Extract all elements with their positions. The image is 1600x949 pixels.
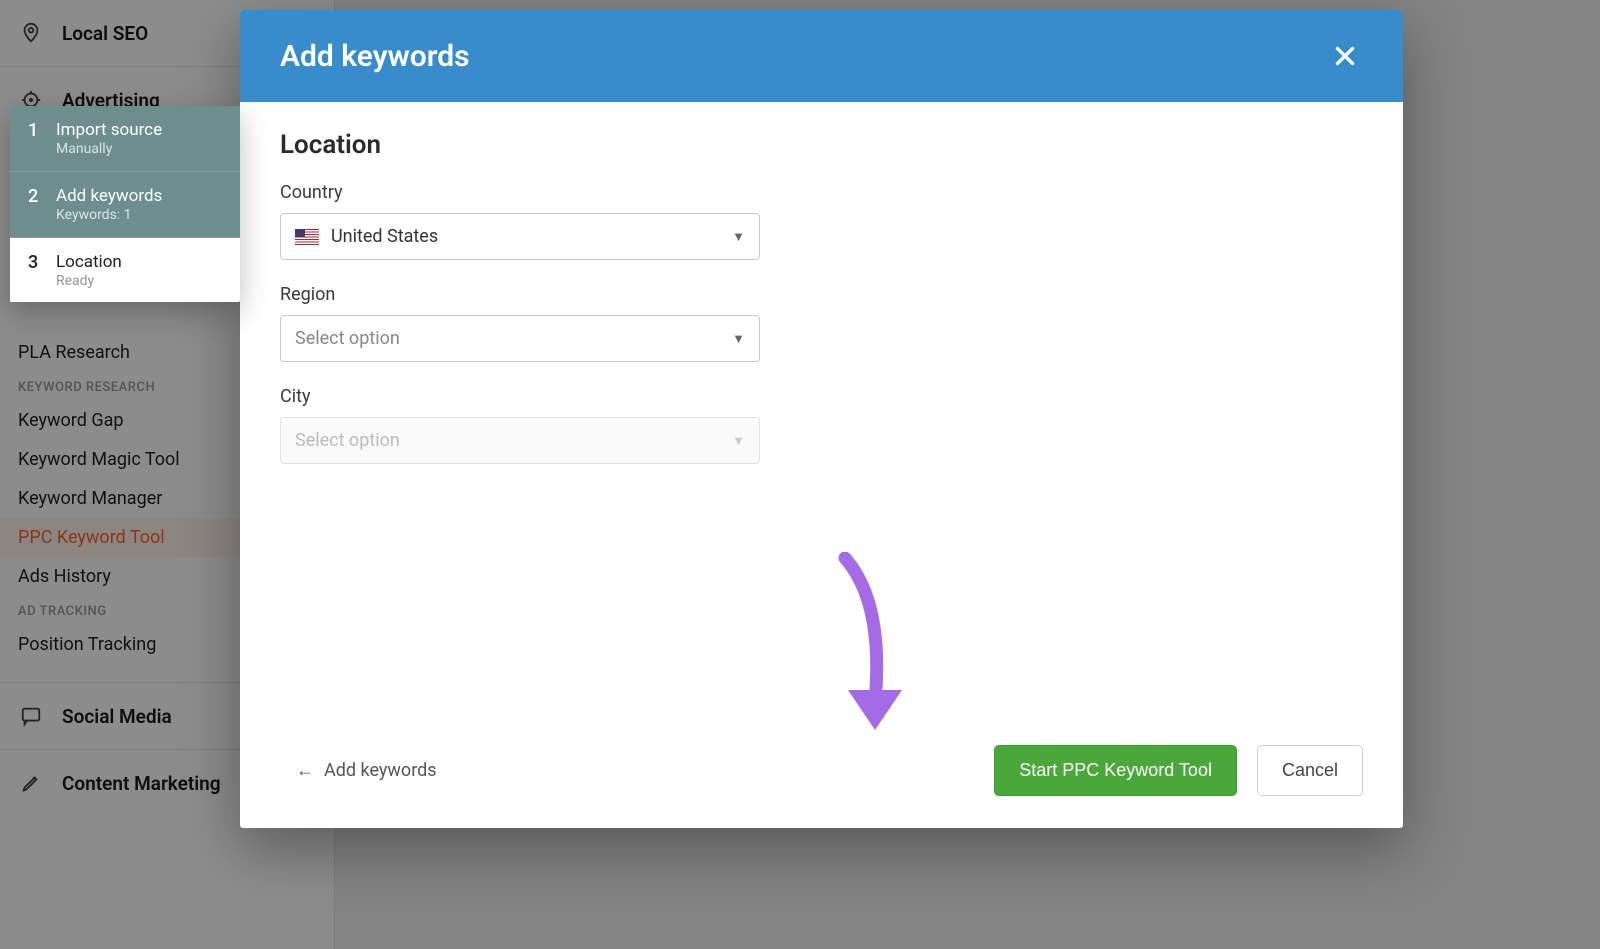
modal-body: Location Country United States ▼ Region …	[240, 102, 1403, 727]
step-title: Location	[56, 252, 122, 273]
city-placeholder: Select option	[295, 430, 400, 451]
wizard-steps-panel: 1 Import source Manually 2 Add keywords …	[10, 106, 240, 302]
chevron-down-icon: ▼	[732, 229, 745, 245]
region-label: Region	[280, 284, 1363, 305]
step-number: 1	[28, 120, 40, 159]
wizard-step-import-source[interactable]: 1 Import source Manually	[10, 106, 240, 172]
region-placeholder: Select option	[295, 328, 400, 349]
modal-header: Add keywords	[240, 10, 1403, 102]
step-title: Add keywords	[56, 186, 162, 207]
wizard-step-location[interactable]: 3 Location Ready	[10, 238, 240, 303]
step-title: Import source	[56, 120, 162, 141]
modal-footer: ← Add keywords Start PPC Keyword Tool Ca…	[240, 727, 1403, 828]
close-button[interactable]	[1327, 38, 1363, 74]
step-number: 3	[28, 252, 40, 291]
add-keywords-modal: Add keywords Location Country United Sta…	[240, 10, 1403, 828]
back-link[interactable]: ← Add keywords	[296, 760, 437, 781]
section-heading: Location	[280, 130, 1363, 160]
step-subtitle: Keywords: 1	[56, 207, 162, 225]
region-select[interactable]: Select option ▼	[280, 315, 760, 362]
step-subtitle: Ready	[56, 273, 122, 291]
cancel-button[interactable]: Cancel	[1257, 745, 1363, 796]
country-label: Country	[280, 182, 1363, 203]
step-subtitle: Manually	[56, 141, 162, 159]
wizard-step-add-keywords[interactable]: 2 Add keywords Keywords: 1	[10, 172, 240, 238]
city-select[interactable]: Select option ▼	[280, 417, 760, 464]
arrow-left-icon: ←	[296, 760, 314, 781]
step-number: 2	[28, 186, 40, 225]
us-flag-icon	[295, 229, 319, 245]
city-label: City	[280, 386, 1363, 407]
country-select[interactable]: United States ▼	[280, 213, 760, 260]
start-ppc-keyword-tool-button[interactable]: Start PPC Keyword Tool	[994, 745, 1237, 796]
chevron-down-icon: ▼	[732, 433, 745, 449]
modal-title: Add keywords	[280, 39, 470, 74]
country-value: United States	[331, 226, 438, 247]
chevron-down-icon: ▼	[732, 331, 745, 347]
back-link-label: Add keywords	[324, 760, 437, 781]
